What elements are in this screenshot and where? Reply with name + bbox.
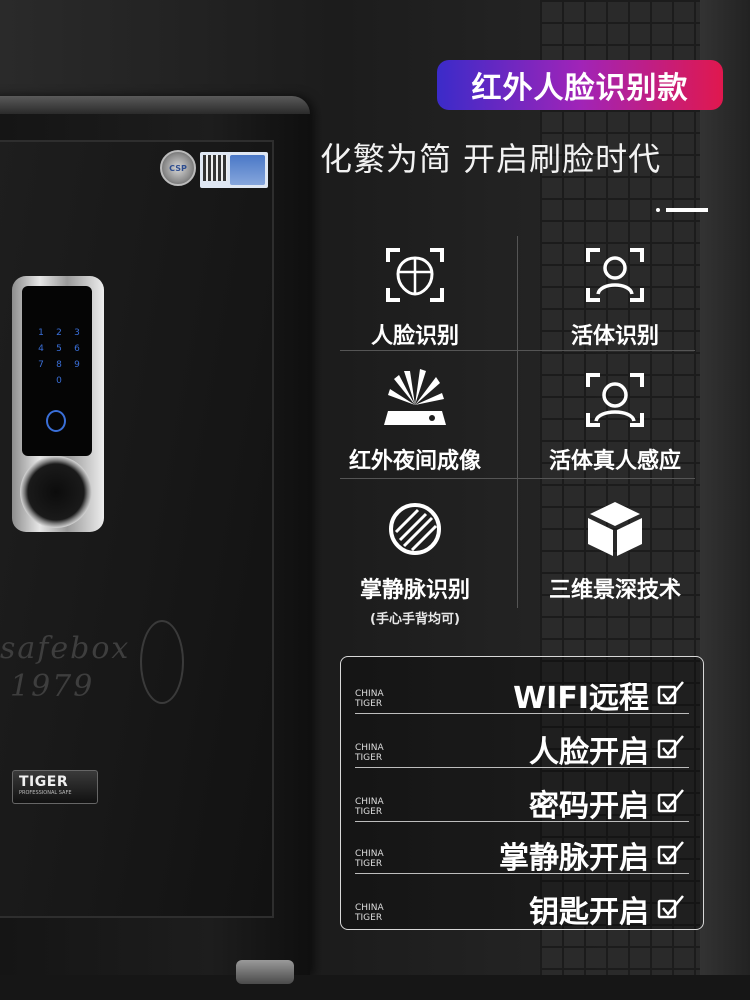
method-text: 掌静脉开启 xyxy=(499,841,649,876)
accent-dash xyxy=(656,208,708,212)
method-brand: CHINA TIGER xyxy=(355,743,384,763)
method-brand: CHINA TIGER xyxy=(355,849,384,869)
safe-knob xyxy=(20,456,92,528)
keypad-key: 6 xyxy=(74,344,80,354)
keypad-key: 0 xyxy=(56,376,62,386)
face-scan-icon xyxy=(386,248,444,302)
checkmark-icon xyxy=(657,841,684,865)
feature-label: 红外夜间成像 xyxy=(348,449,481,474)
safe-top-edge xyxy=(0,96,310,114)
checkmark-icon xyxy=(657,789,684,813)
grid-divider-horizontal-1 xyxy=(340,350,695,351)
infrared-burst-icon xyxy=(384,369,446,425)
keypad-key: 5 xyxy=(56,344,62,354)
certification-sticker xyxy=(200,152,268,188)
unlock-methods-panel: CHINA TIGER WIFI远程 CHINA TIGER 人脸开启 CHINA T… xyxy=(340,656,704,930)
keypad-key: 7 xyxy=(38,360,44,370)
method-brand: CHINA TIGER xyxy=(355,903,384,923)
feature-face-recognition: 人脸识别 xyxy=(330,240,500,350)
keypad-key: 1 xyxy=(38,328,44,338)
method-row: CHINA TIGER 掌静脉开启 xyxy=(355,821,689,876)
floor xyxy=(0,975,750,1000)
keypad-key: 2 xyxy=(56,328,62,338)
product-ad-canvas: CSP 1 2 3 4 5 6 7 8 9 0 safebox 1979 TIGER PROFES… xyxy=(0,0,750,1000)
3d-cube-icon xyxy=(588,502,642,556)
person-detect-icon xyxy=(586,373,644,427)
feature-3d-depth: 三维景深技术 xyxy=(530,494,700,604)
method-text: 密码开启 xyxy=(529,789,649,824)
brand-plate: TIGER PROFESSIONAL SAFE xyxy=(12,770,98,804)
brand-name: TIGER xyxy=(19,774,69,790)
feature-liveness-recognition: 活体识别 xyxy=(530,240,700,350)
method-row: CHINA TIGER 钥匙开启 xyxy=(355,875,689,930)
keypad-key: 8 xyxy=(56,360,62,370)
method-brand: CHINA TIGER xyxy=(355,797,384,817)
script-line-1: safebox xyxy=(0,631,131,666)
grid-divider-vertical xyxy=(517,236,518,608)
checkmark-icon xyxy=(657,895,684,919)
person-scan-icon xyxy=(586,248,644,302)
palm-vein-icon xyxy=(389,503,441,555)
method-row: CHINA TIGER WIFI远程 xyxy=(355,661,689,716)
feature-infrared-night: 红外夜间成像 xyxy=(330,365,500,475)
method-text: 人脸开启 xyxy=(529,735,649,770)
method-brand: CHINA TIGER xyxy=(355,689,384,709)
feature-label: 三维景深技术 xyxy=(548,578,681,603)
keypad-key: 9 xyxy=(74,360,80,370)
method-row: CHINA TIGER 人脸开启 xyxy=(355,715,689,770)
door-script: safebox 1979 xyxy=(0,630,130,706)
method-row: CHINA TIGER 密码开启 xyxy=(355,769,689,824)
feature-label: 掌静脉识别 xyxy=(359,578,470,603)
script-swirl-icon xyxy=(140,620,184,704)
keypad-keys: 1 2 3 4 5 6 7 8 9 0 xyxy=(32,328,88,386)
method-text: 钥匙开启 xyxy=(529,895,649,930)
feature-sublabel: (手心手背均可) xyxy=(370,612,460,627)
script-line-2: 1979 xyxy=(10,669,95,704)
grid-divider-horizontal-2 xyxy=(340,478,695,479)
model-banner: 红外人脸识别款 xyxy=(437,60,723,110)
keypad-key xyxy=(68,376,86,386)
checkmark-icon xyxy=(657,681,684,705)
key-lock-icon: CSP xyxy=(160,150,196,186)
feature-live-person-sensing: 活体真人感应 xyxy=(530,365,700,475)
feature-palm-vein: 掌静脉识别 (手心手背均可) xyxy=(330,494,500,627)
qr-code-icon xyxy=(203,155,227,181)
brand-tagline: PROFESSIONAL SAFE xyxy=(19,790,72,796)
method-text: WIFI远程 xyxy=(513,681,649,716)
fingerprint-icon xyxy=(46,410,66,432)
feature-label: 活体真人感应 xyxy=(548,449,681,474)
banner-title: 红外人脸识别款 xyxy=(471,71,689,106)
keyhole-mark: CSP xyxy=(169,163,187,173)
keypad-key: 4 xyxy=(38,344,44,354)
feature-label: 人脸识别 xyxy=(370,324,459,349)
safe-foot xyxy=(236,960,294,984)
slogan: 化繁为简 开启刷脸时代 xyxy=(320,140,662,178)
keypad-key: 3 xyxy=(74,328,80,338)
sticker-logo xyxy=(230,155,265,185)
checkmark-icon xyxy=(657,735,684,759)
feature-label: 活体识别 xyxy=(570,324,659,349)
keypad-key xyxy=(32,376,50,386)
